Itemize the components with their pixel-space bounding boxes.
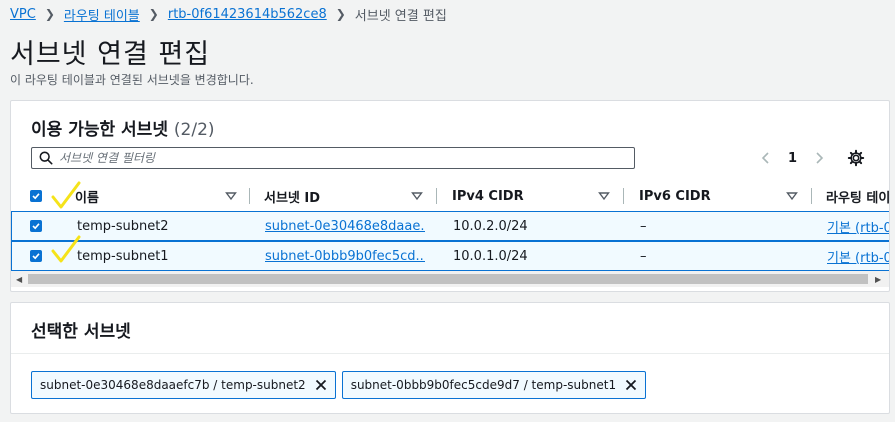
column-divider[interactable]: [811, 188, 812, 204]
row-ipv6-cidr: –: [640, 218, 647, 234]
pagination: 1: [757, 147, 828, 169]
sort-caret-icon[interactable]: [598, 190, 610, 202]
annotation-checkmark-icon: [51, 181, 81, 209]
column-header-subnet-id[interactable]: 서브넷 ID: [264, 181, 320, 211]
scroll-left-icon[interactable]: ◀: [16, 275, 22, 284]
select-all-checkbox[interactable]: [30, 190, 42, 202]
row-name: temp-subnet2: [77, 218, 169, 234]
row-name: temp-subnet1: [77, 248, 169, 264]
subnets-table: 이름 서브넷 ID IPv4 CIDR IPv6 CIDR 라우팅 테이 tem…: [11, 181, 889, 271]
row-ipv4-cidr: 10.0.1.0/24: [453, 248, 528, 264]
row-checkbox[interactable]: [30, 220, 42, 232]
page-description: 이 라우팅 테이블과 연결된 서브넷을 변경합니다.: [10, 73, 254, 87]
selected-subnet-tokens: subnet-0e30468e8daaefc7b / temp-subnet2 …: [31, 371, 652, 399]
available-subnets-heading: 이용 가능한 서브넷 (2/2): [31, 115, 215, 140]
breadcrumb-separator-icon: ❯: [44, 7, 55, 21]
current-page-number[interactable]: 1: [788, 151, 797, 166]
breadcrumb-route-tables[interactable]: 라우팅 테이블: [64, 5, 140, 24]
divider: [11, 353, 889, 354]
available-subnets-title: 이용 가능한 서브넷: [31, 120, 168, 140]
available-subnets-count: (2/2): [173, 120, 215, 140]
sort-caret-icon[interactable]: [225, 190, 237, 202]
breadcrumb-route-table-id[interactable]: rtb-0f61423614b562ce8: [168, 7, 327, 22]
available-subnets-panel: 이용 가능한 서브넷 (2/2) 1: [10, 100, 890, 292]
column-divider[interactable]: [249, 188, 250, 204]
table-row[interactable]: temp-subnet1 subnet-0bbb9b0fec5cd... 10.…: [11, 241, 889, 271]
row-subnet-id-link[interactable]: subnet-0e30468e8daae...: [265, 212, 425, 240]
breadcrumb-separator-icon: ❯: [335, 7, 346, 21]
sort-caret-icon[interactable]: [786, 190, 798, 202]
page-title: 서브넷 연결 편집: [10, 39, 211, 70]
sort-caret-icon[interactable]: [411, 190, 423, 202]
previous-page-icon[interactable]: [757, 149, 775, 167]
selected-subnets-heading: 선택한 서브넷: [31, 322, 131, 342]
selected-subnet-token: subnet-0e30468e8daaefc7b / temp-subnet2: [31, 371, 336, 399]
row-subnet-id-link[interactable]: subnet-0bbb9b0fec5cd...: [265, 242, 425, 270]
selected-subnet-token: subnet-0bbb9b0fec5cde9d7 / temp-subnet1: [341, 371, 647, 399]
row-checkbox[interactable]: [30, 250, 42, 262]
column-header-ipv4-cidr[interactable]: IPv4 CIDR: [452, 181, 524, 211]
remove-token-icon[interactable]: [625, 379, 637, 391]
column-divider[interactable]: [436, 188, 437, 204]
token-label: subnet-0bbb9b0fec5cde9d7 / temp-subnet1: [350, 378, 617, 392]
scrollbar-thumb[interactable]: [28, 274, 868, 284]
scroll-right-icon[interactable]: ▶: [875, 275, 881, 284]
row-ipv4-cidr: 10.0.2.0/24: [453, 218, 528, 234]
subnet-filter-input[interactable]: [59, 151, 619, 165]
subnet-filter[interactable]: [31, 147, 635, 169]
breadcrumb-vpc[interactable]: VPC: [10, 7, 36, 22]
table-row[interactable]: temp-subnet2 subnet-0e30468e8daae... 10.…: [11, 211, 889, 241]
next-page-icon[interactable]: [810, 149, 828, 167]
gear-icon[interactable]: [847, 149, 865, 167]
row-route-table-link[interactable]: 기본 (rtb-0: [827, 242, 889, 270]
table-header: 이름 서브넷 ID IPv4 CIDR IPv6 CIDR 라우팅 테이: [11, 181, 889, 211]
row-ipv6-cidr: –: [640, 248, 647, 264]
breadcrumb-separator-icon: ❯: [148, 7, 159, 21]
token-label: subnet-0e30468e8daaefc7b / temp-subnet2: [40, 378, 306, 392]
column-header-route-table[interactable]: 라우팅 테이: [826, 181, 889, 211]
remove-token-icon[interactable]: [315, 379, 327, 391]
annotation-checkmark-icon: [51, 235, 81, 263]
search-icon: [39, 151, 53, 165]
breadcrumb: VPC ❯ 라우팅 테이블 ❯ rtb-0f61423614b562ce8 ❯ …: [10, 5, 447, 24]
horizontal-scrollbar[interactable]: ◀ ▶: [11, 271, 889, 287]
breadcrumb-current: 서브넷 연결 편집: [354, 8, 447, 24]
selected-subnets-panel: 선택한 서브넷 subnet-0e30468e8daaefc7b / temp-…: [10, 302, 890, 414]
row-route-table-link[interactable]: 기본 (rtb-0: [827, 212, 889, 240]
column-header-ipv6-cidr[interactable]: IPv6 CIDR: [639, 181, 711, 211]
column-divider[interactable]: [623, 188, 624, 204]
